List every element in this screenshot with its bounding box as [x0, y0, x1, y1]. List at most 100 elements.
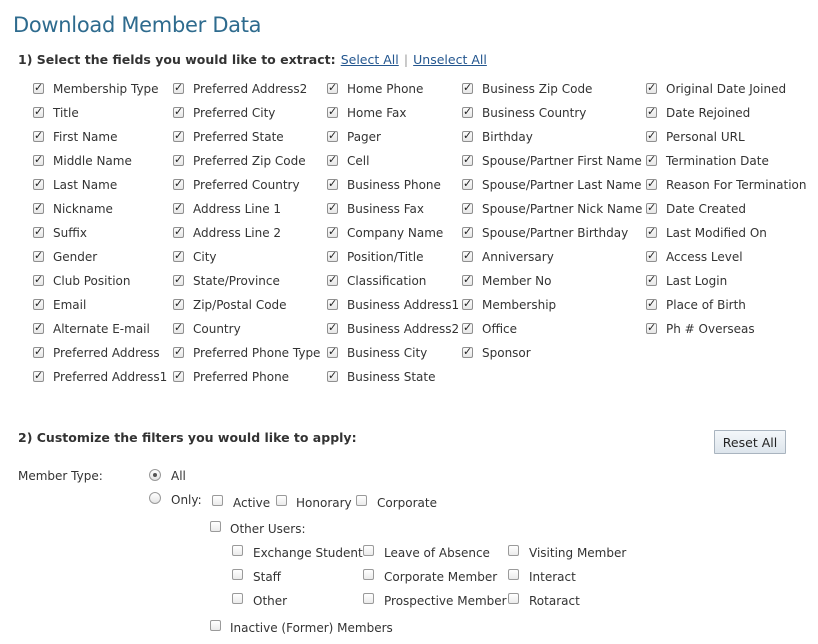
field-checkbox-last-login[interactable]	[646, 273, 657, 286]
field-checkbox-cell[interactable]	[327, 153, 338, 166]
field-label: Cell	[347, 154, 370, 168]
only-active-checkbox[interactable]	[212, 495, 223, 506]
field-checkbox-preferred-state[interactable]	[173, 129, 184, 142]
field-checkbox-business-address1[interactable]	[327, 297, 338, 310]
field-checkbox-preferred-zip-code[interactable]	[173, 153, 184, 166]
field-checkbox-business-address2[interactable]	[327, 321, 338, 334]
reset-all-button[interactable]: Reset All	[714, 430, 786, 454]
field-checkbox-home-fax[interactable]	[327, 105, 338, 118]
field-checkbox-nickname[interactable]	[33, 201, 44, 214]
field-checkbox-club-position[interactable]	[33, 273, 44, 286]
field-checkbox-preferred-city[interactable]	[173, 105, 184, 118]
only-honorary-checkbox[interactable]	[276, 495, 287, 506]
field-checkbox-original-date-joined[interactable]	[646, 81, 657, 94]
field-checkbox-access-level[interactable]	[646, 249, 657, 262]
field-label: Business Zip Code	[482, 82, 593, 96]
field-checkbox-state-province[interactable]	[173, 273, 184, 286]
field-checkbox-personal-url[interactable]	[646, 129, 657, 142]
field-checkbox-anniversary[interactable]	[462, 249, 473, 262]
field-checkbox-zip-postal-code[interactable]	[173, 297, 184, 310]
other-user-exchange-student-checkbox[interactable]	[232, 545, 243, 556]
field-checkbox-membership-type[interactable]	[33, 81, 44, 94]
field-checkbox-gender[interactable]	[33, 249, 44, 262]
other-user-corporate-member-checkbox[interactable]	[363, 569, 374, 580]
field-label: Business City	[347, 346, 428, 360]
field-checkbox-country[interactable]	[173, 321, 184, 334]
field-checkbox-spouse-partner-nick-name[interactable]	[462, 201, 473, 214]
other-user-leave-of-absence-checkbox[interactable]	[363, 545, 374, 556]
field-checkbox-home-phone[interactable]	[327, 81, 338, 94]
field-checkbox-preferred-phone[interactable]	[173, 369, 184, 382]
field-checkbox-termination-date[interactable]	[646, 153, 657, 166]
field-checkbox-preferred-address1[interactable]	[33, 369, 44, 382]
other-user-other-checkbox[interactable]	[232, 593, 243, 604]
other-users-checkbox[interactable]	[210, 521, 221, 532]
field-checkbox-ph-overseas[interactable]	[646, 321, 657, 334]
field-checkbox-spouse-partner-last-name[interactable]	[462, 177, 473, 190]
member-type-only-radio[interactable]	[149, 492, 161, 504]
select-all-link[interactable]: Select All	[341, 52, 399, 67]
field-checkbox-last-name[interactable]	[33, 177, 44, 190]
field-label: Birthday	[482, 130, 533, 144]
field-checkbox-preferred-country[interactable]	[173, 177, 184, 190]
field-label: Position/Title	[347, 250, 424, 264]
field-checkbox-email[interactable]	[33, 297, 44, 310]
other-user-interact-checkbox[interactable]	[508, 569, 519, 580]
field-label: Preferred City	[193, 106, 276, 120]
field-checkbox-business-city[interactable]	[327, 345, 338, 358]
field-checkbox-preferred-phone-type[interactable]	[173, 345, 184, 358]
field-checkbox-office[interactable]	[462, 321, 473, 334]
field-checkbox-last-modified-on[interactable]	[646, 225, 657, 238]
field-checkbox-date-created[interactable]	[646, 201, 657, 214]
field-label: Preferred Zip Code	[193, 154, 306, 168]
field-checkbox-business-zip-code[interactable]	[462, 81, 473, 94]
unselect-all-link[interactable]: Unselect All	[413, 52, 487, 67]
field-checkbox-business-state[interactable]	[327, 369, 338, 382]
field-checkbox-business-fax[interactable]	[327, 201, 338, 214]
field-checkbox-sponsor[interactable]	[462, 345, 473, 358]
field-label: Business Address2	[347, 322, 460, 336]
field-checkbox-member-no[interactable]	[462, 273, 473, 286]
field-label: Preferred State	[193, 130, 284, 144]
field-checkbox-middle-name[interactable]	[33, 153, 44, 166]
only-corporate-checkbox[interactable]	[356, 495, 367, 506]
field-checkbox-business-country[interactable]	[462, 105, 473, 118]
field-checkbox-address-line-2[interactable]	[173, 225, 184, 238]
other-user-prospective-member-checkbox[interactable]	[363, 593, 374, 604]
field-label: Office	[482, 322, 518, 336]
field-checkbox-membership[interactable]	[462, 297, 473, 310]
field-label: Personal URL	[666, 130, 745, 144]
field-checkbox-birthday[interactable]	[462, 129, 473, 142]
step1-label: 1) Select the fields you would like to e…	[18, 52, 336, 67]
field-checkbox-title[interactable]	[33, 105, 44, 118]
field-checkbox-first-name[interactable]	[33, 129, 44, 142]
other-user-staff-checkbox[interactable]	[232, 569, 243, 580]
field-checkbox-classification[interactable]	[327, 273, 338, 286]
field-checkbox-preferred-address2[interactable]	[173, 81, 184, 94]
page-title: Download Member Data	[13, 13, 262, 37]
other-user-rotaract-checkbox[interactable]	[508, 593, 519, 604]
field-checkbox-business-phone[interactable]	[327, 177, 338, 190]
field-checkbox-date-rejoined[interactable]	[646, 105, 657, 118]
inactive-members-checkbox[interactable]	[210, 620, 221, 631]
inactive-members-label: Inactive (Former) Members	[230, 621, 393, 635]
field-checkbox-spouse-partner-birthday[interactable]	[462, 225, 473, 238]
field-checkbox-reason-for-termination[interactable]	[646, 177, 657, 190]
field-checkbox-city[interactable]	[173, 249, 184, 262]
field-label: Preferred Phone Type	[193, 346, 321, 360]
field-label: Middle Name	[53, 154, 132, 168]
field-checkbox-suffix[interactable]	[33, 225, 44, 238]
other-user-visiting-member-checkbox[interactable]	[508, 545, 519, 556]
field-checkbox-pager[interactable]	[327, 129, 338, 142]
member-type-all-radio[interactable]	[149, 469, 161, 481]
field-checkbox-position-title[interactable]	[327, 249, 338, 262]
field-checkbox-alternate-e-mail[interactable]	[33, 321, 44, 334]
field-checkbox-place-of-birth[interactable]	[646, 297, 657, 310]
field-checkbox-company-name[interactable]	[327, 225, 338, 238]
field-checkbox-spouse-partner-first-name[interactable]	[462, 153, 473, 166]
field-checkbox-address-line-1[interactable]	[173, 201, 184, 214]
field-checkbox-preferred-address[interactable]	[33, 345, 44, 358]
field-label: City	[193, 250, 217, 264]
other-user-exchange-student-label: Exchange Student	[253, 546, 363, 560]
other-user-interact-label: Interact	[529, 570, 576, 584]
